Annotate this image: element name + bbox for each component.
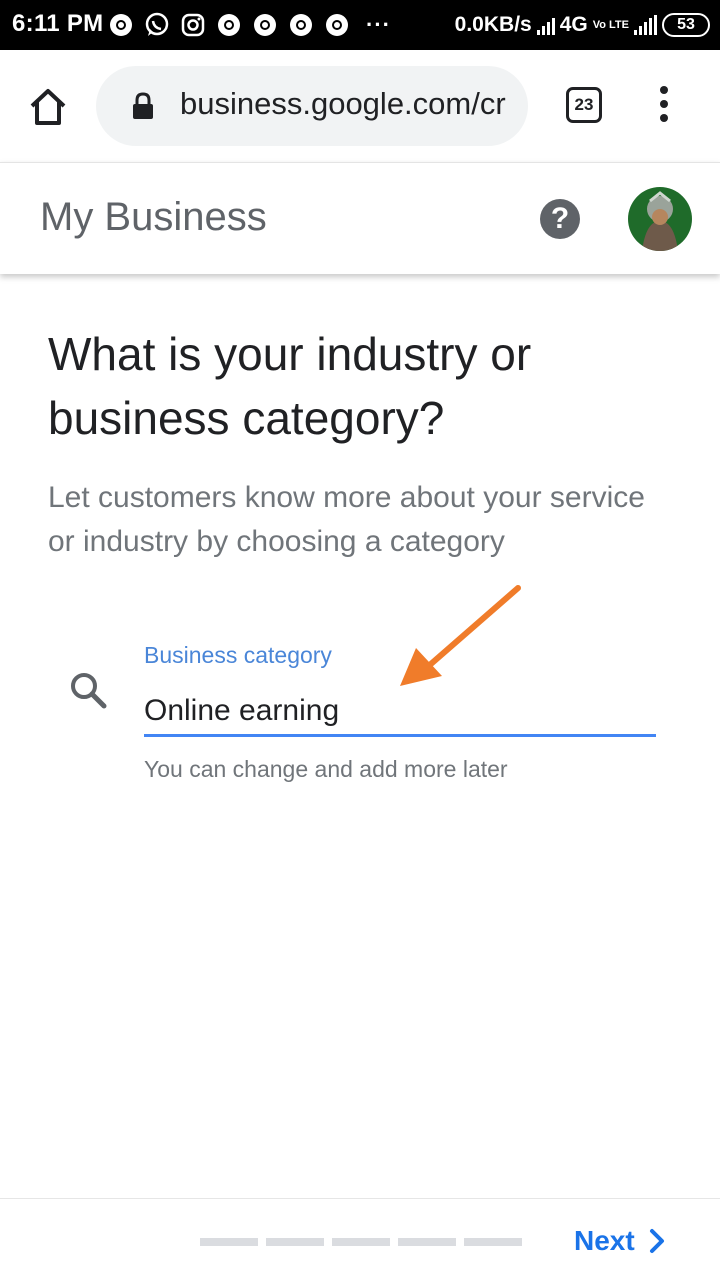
helper-text: You can change and add more later <box>144 756 508 782</box>
next-label: Next <box>574 1225 635 1256</box>
network-type: 4G <box>559 13 588 36</box>
browser-toolbar: business.google.com/create 23 <box>0 50 720 162</box>
chevron-right-icon <box>649 1229 664 1253</box>
step-progress <box>200 1238 522 1246</box>
notification-icons: ··· <box>108 10 391 40</box>
battery-icon: 53 <box>662 13 710 37</box>
app-header: My Business ? <box>0 162 720 274</box>
lock-icon <box>133 92 153 119</box>
instagram-icon <box>181 13 205 37</box>
progress-step <box>200 1238 258 1246</box>
overflow-menu-icon[interactable] <box>654 86 674 126</box>
status-bar: 6:11 PM ··· 0.0KB/s 4G Vo LTE 53 <box>0 0 720 50</box>
chrome-icon <box>290 14 312 36</box>
business-category-label: Business category <box>144 642 332 668</box>
annotation-arrow-icon <box>400 585 521 686</box>
chrome-icon <box>218 14 240 36</box>
search-icon <box>71 673 107 709</box>
progress-step <box>398 1238 456 1246</box>
url-text: business.google.com/create <box>180 86 506 121</box>
page-heading: What is your industry or business catego… <box>48 328 532 444</box>
more-notifications-icon: ··· <box>366 12 391 37</box>
business-category-input[interactable] <box>144 690 656 732</box>
help-icon[interactable]: ? <box>540 199 580 239</box>
progress-step <box>266 1238 324 1246</box>
volte-icon: Vo LTE <box>592 19 629 31</box>
whatsapp-icon <box>145 12 169 36</box>
chrome-icon <box>254 14 276 36</box>
progress-step <box>332 1238 390 1246</box>
input-underline <box>144 734 656 737</box>
status-indicators: 0.0KB/s 4G Vo LTE 53 <box>455 9 710 41</box>
network-speed: 0.0KB/s <box>454 13 532 36</box>
avatar[interactable] <box>628 187 692 251</box>
next-button[interactable]: Next <box>574 1221 665 1261</box>
signal-icon <box>634 15 657 35</box>
tab-switcher-button[interactable]: 23 <box>566 87 602 123</box>
signal-icon <box>536 15 555 35</box>
progress-step <box>464 1238 522 1246</box>
status-time: 6:11 PM <box>12 10 104 37</box>
address-bar[interactable]: business.google.com/create <box>96 66 528 146</box>
app-title: My Business <box>40 195 267 239</box>
page-description: Let customers know more about your servi… <box>48 481 645 558</box>
footer-bar: Next <box>0 1198 720 1280</box>
home-icon[interactable] <box>26 85 70 129</box>
chrome-icon <box>110 14 132 36</box>
chrome-icon <box>326 14 348 36</box>
